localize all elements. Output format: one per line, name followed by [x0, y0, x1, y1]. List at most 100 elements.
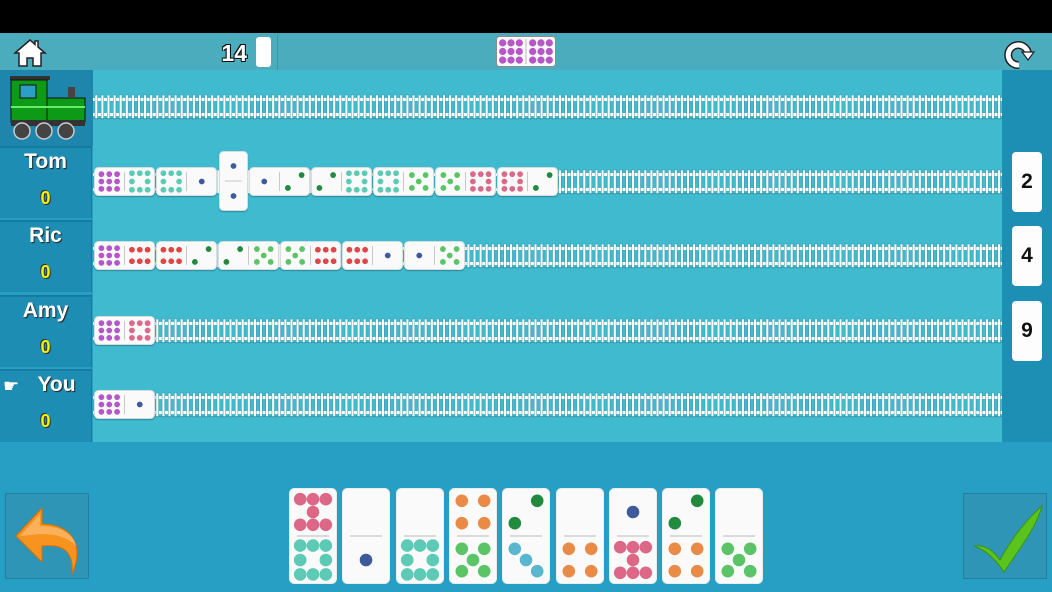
hand-domino[interactable]	[289, 488, 337, 584]
hand-domino[interactable]	[662, 488, 711, 584]
rail-tie	[631, 318, 635, 344]
rail-tie	[912, 318, 916, 344]
rail-tie	[680, 169, 684, 195]
rail-tie	[802, 243, 806, 269]
hand-domino[interactable]	[342, 488, 391, 584]
rail-tie	[619, 243, 623, 269]
pip	[293, 568, 307, 581]
rail-tie	[649, 94, 653, 120]
undo-button[interactable]	[5, 493, 89, 579]
pip	[515, 56, 523, 64]
rail-tie	[161, 94, 165, 120]
pip	[537, 39, 545, 47]
rail-tie	[991, 169, 995, 195]
rail-tie	[930, 392, 934, 418]
rail-tie	[881, 169, 885, 195]
rail-tie	[655, 392, 660, 418]
pip	[114, 245, 120, 252]
rail-tie	[448, 94, 452, 120]
rail-tie	[729, 318, 733, 344]
pip	[98, 171, 105, 178]
hand-domino[interactable]	[715, 488, 764, 584]
rail-tie	[771, 169, 775, 195]
rail-tie	[814, 392, 818, 418]
pip	[517, 185, 523, 192]
hand-domino[interactable]	[555, 488, 604, 584]
rail-tie	[94, 94, 98, 120]
hand-domino[interactable]	[395, 488, 444, 584]
pip	[98, 401, 105, 408]
pip	[168, 170, 175, 177]
rail-tie	[967, 318, 971, 344]
pip	[285, 259, 292, 265]
pip	[626, 505, 640, 519]
rail-tie	[161, 318, 165, 344]
pip	[114, 178, 120, 185]
rail-tie	[576, 169, 580, 195]
pip	[106, 245, 113, 252]
confirm-button[interactable]	[963, 493, 1047, 579]
rail-tie	[442, 318, 446, 344]
rail-tie	[601, 94, 605, 120]
rail-tie	[454, 318, 458, 344]
rail-tie	[436, 94, 440, 120]
rail-tie	[552, 94, 556, 120]
pip	[361, 186, 368, 193]
rail-tie	[582, 318, 586, 344]
rail-tie	[784, 94, 788, 120]
pip	[545, 39, 553, 47]
rail-tie	[643, 392, 647, 418]
rail-tie	[954, 169, 958, 195]
pip	[400, 568, 414, 581]
rail-tie	[826, 243, 830, 269]
hand-domino[interactable]	[448, 488, 497, 584]
rail-tie	[613, 392, 617, 418]
pip	[346, 246, 353, 253]
pip	[639, 566, 652, 580]
rail-tie	[906, 243, 910, 269]
rail-tie	[570, 318, 574, 344]
rail-tie	[692, 392, 696, 418]
hand-domino[interactable]	[502, 488, 551, 584]
restart-button[interactable]	[1002, 38, 1036, 70]
rail-tie	[576, 243, 580, 269]
rail-tie	[521, 318, 525, 344]
rail-tie	[174, 392, 178, 418]
rail-tie	[271, 94, 275, 120]
pip	[319, 568, 333, 581]
rail-tie	[631, 94, 635, 120]
pip	[106, 401, 113, 408]
rail-tie	[668, 169, 672, 195]
train-domino	[435, 167, 496, 196]
rail-tie	[796, 169, 800, 195]
rail-tie	[771, 392, 775, 418]
rail-tie	[515, 94, 519, 120]
rail-tie	[832, 243, 836, 269]
rail-tie	[472, 94, 477, 120]
rail-tie	[167, 94, 172, 120]
rail-tie	[698, 318, 702, 344]
rail-tie	[735, 318, 739, 344]
home-button[interactable]	[12, 38, 48, 68]
rail-tie	[680, 243, 684, 269]
player-score: 0	[40, 337, 51, 357]
rail-tie	[735, 169, 739, 195]
hand-domino[interactable]	[608, 488, 657, 584]
pip	[106, 408, 113, 415]
pip	[98, 245, 105, 252]
rail-tie	[985, 94, 989, 120]
rail-tie	[527, 94, 531, 120]
rail-tie	[497, 318, 501, 344]
pip	[362, 258, 368, 265]
rail-tie	[357, 318, 361, 344]
rail-tie	[753, 318, 757, 344]
train-domino	[94, 241, 155, 270]
rail-tie	[320, 392, 324, 418]
rail-tie	[857, 243, 861, 269]
rail-tie	[826, 94, 830, 120]
rail-tie	[887, 392, 891, 418]
rail-tie	[381, 392, 385, 418]
pip	[319, 518, 333, 532]
rail-tie	[759, 243, 763, 269]
pip	[129, 258, 135, 265]
